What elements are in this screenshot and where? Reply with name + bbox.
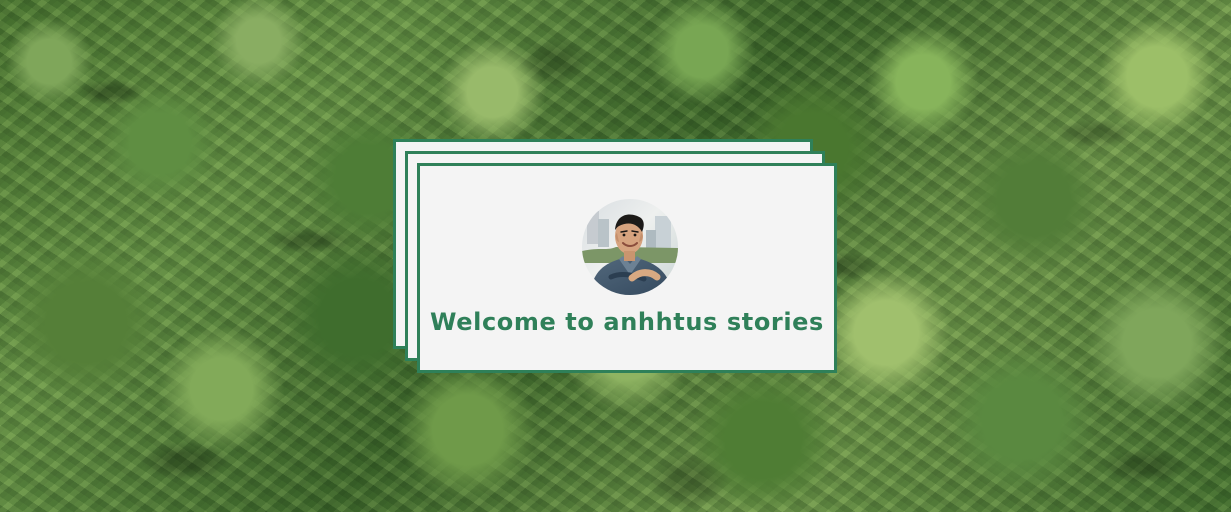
avatar: [582, 199, 678, 295]
welcome-title: Welcome to anhhtus stories: [430, 308, 824, 336]
welcome-card-stack: Welcome to anhhtus stories: [393, 139, 839, 374]
welcome-card: Welcome to anhhtus stories: [417, 163, 837, 373]
forest-hero-banner: Welcome to anhhtus stories: [0, 0, 1231, 512]
